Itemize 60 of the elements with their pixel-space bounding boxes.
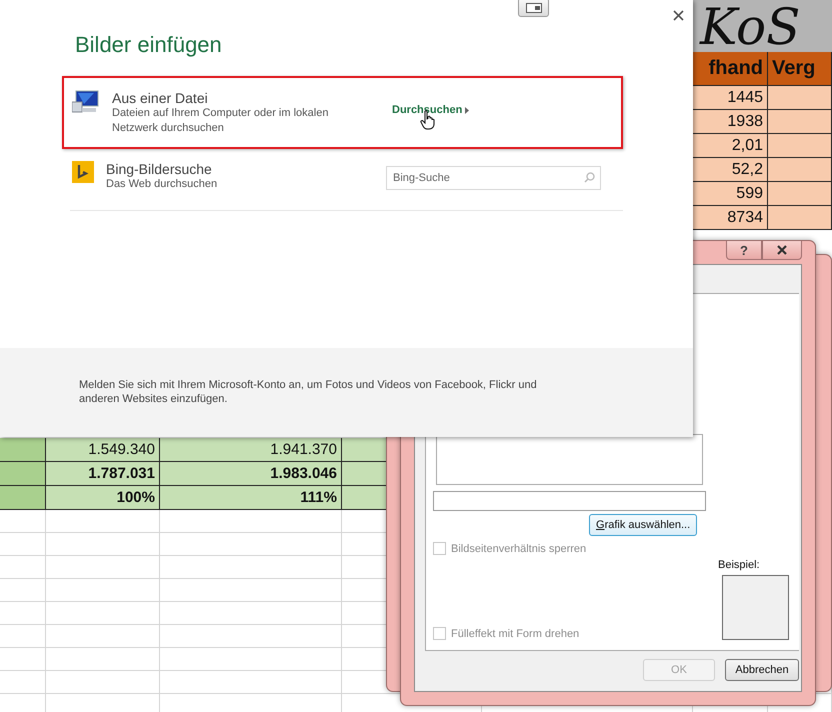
window-icon [526,2,542,12]
table-cell [0,486,46,510]
cancel-button[interactable]: Abbrechen [725,659,799,681]
option-description: Das Web durchsuchen [106,177,218,192]
table-cell: 1.787.031 [46,462,160,486]
table-cell [0,579,46,602]
caret-icon [465,106,470,114]
preview-box [722,575,789,640]
table-cell [0,671,46,694]
table-cell [768,182,832,206]
column-header: Verg [768,52,832,86]
checkbox-label: Fülleffekt mit Form drehen [451,628,580,640]
table-cell: 1938 [693,110,768,134]
table-cell [768,134,832,158]
table-cell: 1.983.046 [160,462,342,486]
checkbox-label: Bildseitenverhältnis sperren [451,542,586,554]
table-cell: 52,2 [693,158,768,182]
table-cell [768,110,832,134]
panel-title: Bilder einfügen [75,32,223,58]
table-cell: 2,01 [693,134,768,158]
select-image-button[interactable]: Grafik auswählen... [589,514,698,536]
table-cell [0,510,46,533]
source-option[interactable]: Bing-Bildersuche Das Web durchsuchen Bing-Suche [62,153,623,207]
table-cell [768,86,832,110]
browse-link[interactable]: Durchsuchen [392,104,470,116]
bing-icon [72,161,94,183]
table-cell: 100% [46,486,160,510]
computer-icon [72,90,100,114]
preview-label: Beispiel: [718,559,760,571]
search-icon [584,172,595,183]
text-area[interactable] [436,434,703,485]
table-cell: 1445 [693,86,768,110]
footer-text: Melden Sie sich mit Ihrem Microsoft-Konto an, um Fotos und Videos von Facebook, Flickr und anderen Websites einzufügen. [79,378,538,406]
table-cell [0,462,46,486]
table-cell: 1.549.340 [46,438,160,462]
option-title: Aus einer Datei [112,90,209,106]
table-cell [0,533,46,556]
table-cell [0,648,46,671]
column-header: fhand [693,52,768,86]
table-cell [0,438,46,462]
table-cell [0,625,46,648]
close-button[interactable] [762,241,802,260]
input-field[interactable] [433,491,706,511]
table-cell: 8734 [693,206,768,230]
close-icon [776,245,788,255]
table-cell: 599 [693,182,768,206]
search-field[interactable]: Bing-Suche [386,166,601,190]
help-button[interactable]: ? [726,241,762,260]
table-cell: 111% [160,486,342,510]
table-cell: 1.941.370 [160,438,342,462]
sheet-title: KoS [700,2,800,52]
table-cell [0,556,46,579]
table-cell [768,206,832,230]
table-cell [768,158,832,182]
window-mode-button[interactable] [518,0,549,17]
close-icon [672,10,684,20]
source-option[interactable]: Aus einer Datei Dateien auf Ihrem Computer oder im lokalen Netzwerk durchsuchen Durchsuchen [62,76,623,149]
table-cell [0,602,46,625]
option-description: Dateien auf Ihrem Computer oder im lokalen Netzwerk durchsuchen [112,106,330,136]
option-title: Bing-Bildersuche [106,161,213,177]
